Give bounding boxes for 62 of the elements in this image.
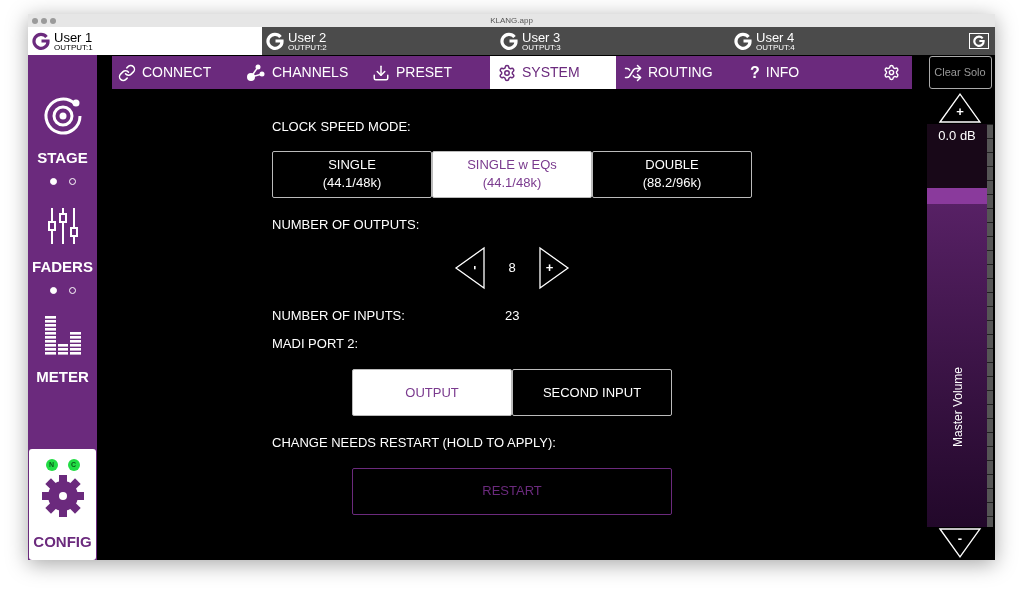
volume-down-button[interactable]: -: [938, 527, 982, 559]
section-label: NUMBER OF INPUTS:: [272, 307, 406, 325]
gear-icon: [40, 474, 85, 519]
logo-icon: [734, 32, 752, 50]
user-tab[interactable]: User 3 OUTPUT:3: [496, 27, 730, 55]
settings-icon: [498, 63, 516, 82]
decrement-button[interactable]: -: [454, 246, 487, 290]
window-title: KLANG.app: [490, 15, 533, 26]
sidebar-label: METER: [36, 366, 89, 387]
segment-option[interactable]: SINGLE (44.1/48k): [272, 150, 432, 198]
user-name: User 2: [288, 30, 327, 44]
volume-up-button[interactable]: +: [938, 92, 982, 124]
output-label: OUTPUT:1: [54, 43, 93, 52]
outputs-value: 8: [508, 259, 516, 278]
fader-handle[interactable]: [927, 188, 987, 205]
fader-label: Master Volume: [950, 366, 966, 447]
logo-badge: [969, 33, 989, 49]
settings-icon[interactable]: [883, 64, 900, 81]
user-tab[interactable]: User 4 OUTPUT:4: [730, 27, 964, 55]
section-label: NUMBER OF OUTPUTS:: [272, 215, 421, 234]
user-tab[interactable]: User 2 OUTPUT:2: [262, 27, 496, 55]
shuffle-icon: [624, 63, 642, 82]
nav-tab[interactable]: SYSTEM: [490, 56, 616, 89]
logo-icon: [266, 32, 284, 50]
sidebar-label: FADERS: [32, 257, 93, 278]
sidebar-label: STAGE: [37, 148, 88, 168]
sidebar-item[interactable]: STAGE: [29, 93, 96, 203]
section-label: CLOCK SPEED MODE:: [272, 118, 412, 136]
output-label: OUTPUT:3: [522, 43, 561, 52]
segment-option[interactable]: DOUBLE (88.2/96k): [592, 150, 752, 198]
download-icon: [372, 63, 390, 82]
sidebar-label: CONFIG: [33, 532, 92, 553]
question-mark: ?: [750, 62, 760, 83]
sidebar-item[interactable]: FADERS: [29, 202, 96, 312]
faders-icon: [47, 206, 78, 247]
sidebar-item[interactable]: METER: [29, 311, 96, 422]
link-icon: [118, 63, 136, 82]
output-label: OUTPUT:4: [756, 43, 795, 52]
user-name: User 3: [522, 30, 561, 44]
meter-icon: [42, 313, 83, 356]
nav-tab[interactable]: ROUTING: [616, 56, 742, 89]
logo-icon: [32, 32, 50, 50]
nav-tab[interactable]: CONNECT: [112, 56, 238, 89]
user-name: User 1: [54, 30, 93, 44]
segment-option[interactable]: SECOND INPUT: [512, 369, 672, 416]
section-label: CHANGE NEEDS RESTART (HOLD TO APPLY):: [272, 434, 557, 452]
nav-tab[interactable]: ? INFO: [742, 56, 868, 89]
segment-option[interactable]: OUTPUT: [352, 369, 512, 416]
section-label: MADI PORT 2:: [272, 334, 360, 353]
logo-icon: [500, 32, 518, 50]
nodes-icon: [246, 62, 266, 83]
target-icon: [41, 95, 84, 137]
segment-option[interactable]: SINGLE w EQs (44.1/48k): [432, 150, 592, 198]
output-label: OUTPUT:2: [288, 43, 327, 52]
user-name: User 4: [756, 30, 795, 44]
user-tab[interactable]: User 1 OUTPUT:1: [28, 27, 262, 55]
nav-tab[interactable]: PRESET: [364, 56, 490, 89]
inputs-value: 23: [505, 307, 520, 325]
volume-reading: 0.0 dB: [938, 127, 976, 145]
increment-button[interactable]: +: [537, 246, 570, 290]
clear-solo-button[interactable]: Clear Solo: [928, 56, 992, 89]
nav-tab[interactable]: CHANNELS: [238, 56, 364, 89]
